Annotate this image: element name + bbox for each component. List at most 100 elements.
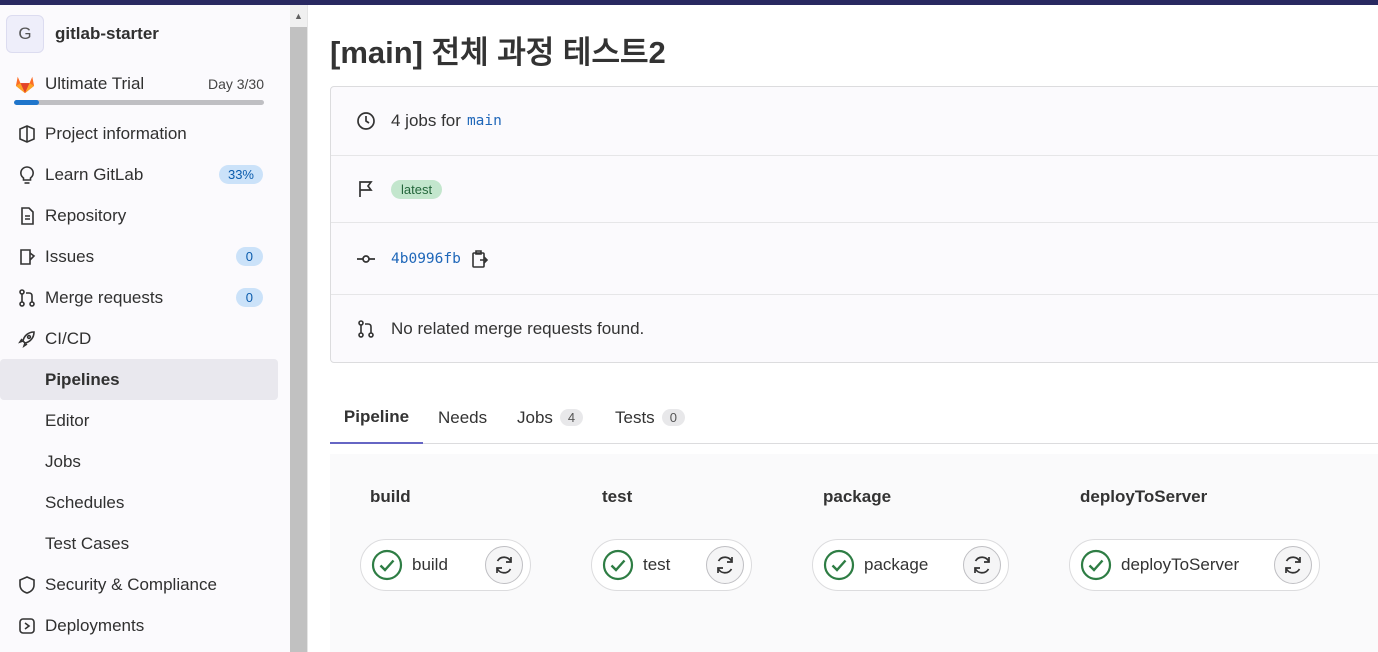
no-merge-requests-text: No related merge requests found. bbox=[391, 319, 645, 338]
commit-row: 4b0996fb bbox=[331, 223, 1378, 295]
project-header[interactable]: G gitlab-starter bbox=[6, 15, 159, 53]
job-deploy-to-server[interactable]: deployToServer bbox=[1069, 539, 1320, 591]
status-success-icon bbox=[1080, 549, 1112, 581]
pipeline-info-card: 4 jobs for main latest 4b0996fb No relat… bbox=[330, 86, 1378, 363]
sidebar-scrollbar[interactable]: ▲ bbox=[290, 5, 307, 652]
main-content: [main] 전체 과정 테스트2 4 jobs for main latest… bbox=[309, 5, 1378, 652]
merge-requests-count-badge: 0 bbox=[235, 288, 263, 307]
commit-sha-link[interactable]: 4b0996fb bbox=[391, 251, 461, 267]
merge-request-icon bbox=[356, 319, 376, 339]
sidebar-subitem-test-cases[interactable]: Test Cases bbox=[0, 523, 290, 564]
gitlab-logo-icon bbox=[15, 76, 35, 94]
job-package[interactable]: package bbox=[812, 539, 1009, 591]
sidebar-nav: Project information Learn GitLab 33% Rep… bbox=[0, 113, 290, 646]
merge-requests-row: No related merge requests found. bbox=[331, 295, 1378, 363]
sidebar-item-label: Project information bbox=[45, 123, 187, 143]
latest-badge: latest bbox=[391, 179, 443, 199]
sidebar-item-label: Schedules bbox=[45, 492, 125, 512]
retry-icon[interactable] bbox=[485, 546, 523, 584]
sidebar-item-repository[interactable]: Repository bbox=[0, 195, 290, 236]
sidebar-item-cicd[interactable]: CI/CD bbox=[0, 318, 290, 359]
page-title: [main] 전체 과정 테스트2 bbox=[330, 35, 666, 70]
project-info-icon bbox=[16, 123, 38, 145]
trial-progress-fill bbox=[14, 100, 39, 105]
clock-icon bbox=[356, 111, 376, 131]
stage-title-deploy-to-server: deployToServer bbox=[1080, 487, 1208, 506]
pipeline-graph: build build test test package package de… bbox=[330, 454, 1378, 652]
tab-label: Tests bbox=[615, 407, 655, 427]
retry-icon[interactable] bbox=[963, 546, 1001, 584]
sidebar-subitem-editor[interactable]: Editor bbox=[0, 400, 290, 441]
sidebar-item-label: Repository bbox=[45, 205, 127, 225]
tab-label: Needs bbox=[438, 407, 488, 427]
trial-widget[interactable]: Ultimate Trial Day 3/30 bbox=[14, 73, 264, 105]
shield-icon bbox=[16, 574, 38, 596]
tag-row: latest bbox=[331, 156, 1378, 223]
tests-count-badge: 0 bbox=[661, 409, 685, 426]
sidebar-item-label: Learn GitLab bbox=[45, 164, 144, 184]
project-avatar: G bbox=[6, 15, 44, 53]
rocket-icon bbox=[16, 328, 38, 350]
tab-label: Jobs bbox=[517, 407, 553, 427]
merge-request-icon bbox=[16, 287, 38, 309]
job-name: build bbox=[412, 555, 448, 574]
retry-icon[interactable] bbox=[706, 546, 744, 584]
stage-title-package: package bbox=[823, 487, 892, 506]
sidebar-item-label: Issues bbox=[45, 246, 95, 266]
sidebar-subitem-schedules[interactable]: Schedules bbox=[0, 482, 290, 523]
project-name: gitlab-starter bbox=[55, 24, 159, 43]
job-name: package bbox=[864, 555, 929, 574]
job-build[interactable]: build bbox=[360, 539, 531, 591]
sidebar-item-security-compliance[interactable]: Security & Compliance bbox=[0, 564, 290, 605]
commit-icon bbox=[356, 249, 376, 269]
tab-needs[interactable]: Needs bbox=[438, 391, 487, 444]
tab-jobs[interactable]: Jobs 4 bbox=[517, 391, 584, 444]
sidebar-item-label: Deployments bbox=[45, 615, 145, 635]
trial-title: Ultimate Trial bbox=[45, 74, 145, 93]
sidebar-item-learn-gitlab[interactable]: Learn GitLab 33% bbox=[0, 154, 290, 195]
jobs-count-row: 4 jobs for main bbox=[331, 87, 1378, 156]
sidebar-item-merge-requests[interactable]: Merge requests 0 bbox=[0, 277, 290, 318]
stage-title-build: build bbox=[370, 487, 411, 506]
sidebar-item-label: Merge requests bbox=[45, 287, 164, 307]
document-icon bbox=[16, 205, 38, 227]
flag-icon bbox=[356, 179, 376, 199]
status-success-icon bbox=[602, 549, 634, 581]
jobs-count-text: 4 jobs for bbox=[391, 111, 461, 130]
status-success-icon bbox=[371, 549, 403, 581]
scroll-up-arrow-icon[interactable]: ▲ bbox=[290, 9, 307, 23]
sidebar-item-label: CI/CD bbox=[45, 328, 92, 348]
sidebar-item-label: Jobs bbox=[45, 451, 81, 471]
bulb-icon bbox=[16, 164, 38, 186]
sidebar-item-label: Editor bbox=[45, 410, 90, 430]
job-name: deployToServer bbox=[1121, 555, 1240, 574]
branch-link[interactable]: main bbox=[467, 113, 502, 129]
tab-tests[interactable]: Tests 0 bbox=[615, 391, 685, 444]
trial-progress-bar bbox=[14, 100, 264, 105]
sidebar-item-project-information[interactable]: Project information bbox=[0, 113, 290, 154]
job-test[interactable]: test bbox=[591, 539, 752, 591]
sidebar-subitem-jobs[interactable]: Jobs bbox=[0, 441, 290, 482]
job-name: test bbox=[643, 555, 671, 574]
sidebar-item-issues[interactable]: Issues 0 bbox=[0, 236, 290, 277]
sidebar: G gitlab-starter Ultimate Trial Day 3/30… bbox=[0, 5, 290, 652]
sidebar-subitem-pipelines[interactable]: Pipelines bbox=[0, 359, 278, 400]
trial-day: Day 3/30 bbox=[207, 76, 264, 92]
stage-title-test: test bbox=[602, 487, 633, 506]
sidebar-item-label: Security & Compliance bbox=[45, 574, 217, 594]
copy-clipboard-icon[interactable] bbox=[471, 249, 489, 269]
sidebar-item-label: Test Cases bbox=[45, 533, 130, 553]
retry-icon[interactable] bbox=[1274, 546, 1312, 584]
sidebar-item-deployments[interactable]: Deployments bbox=[0, 605, 290, 646]
content-divider bbox=[307, 5, 308, 652]
issues-count-badge: 0 bbox=[235, 247, 263, 266]
tab-label: Pipeline bbox=[343, 406, 410, 426]
scrollbar-thumb[interactable] bbox=[290, 27, 307, 652]
pipeline-tabs: Pipeline Needs Jobs 4 Tests 0 bbox=[330, 391, 1378, 444]
issues-icon bbox=[16, 246, 38, 268]
sidebar-item-label: Pipelines bbox=[45, 369, 120, 389]
deployments-icon bbox=[16, 615, 38, 637]
jobs-count-badge: 4 bbox=[559, 409, 584, 426]
tab-pipeline[interactable]: Pipeline bbox=[330, 391, 423, 444]
learn-progress-badge: 33% bbox=[218, 165, 263, 184]
